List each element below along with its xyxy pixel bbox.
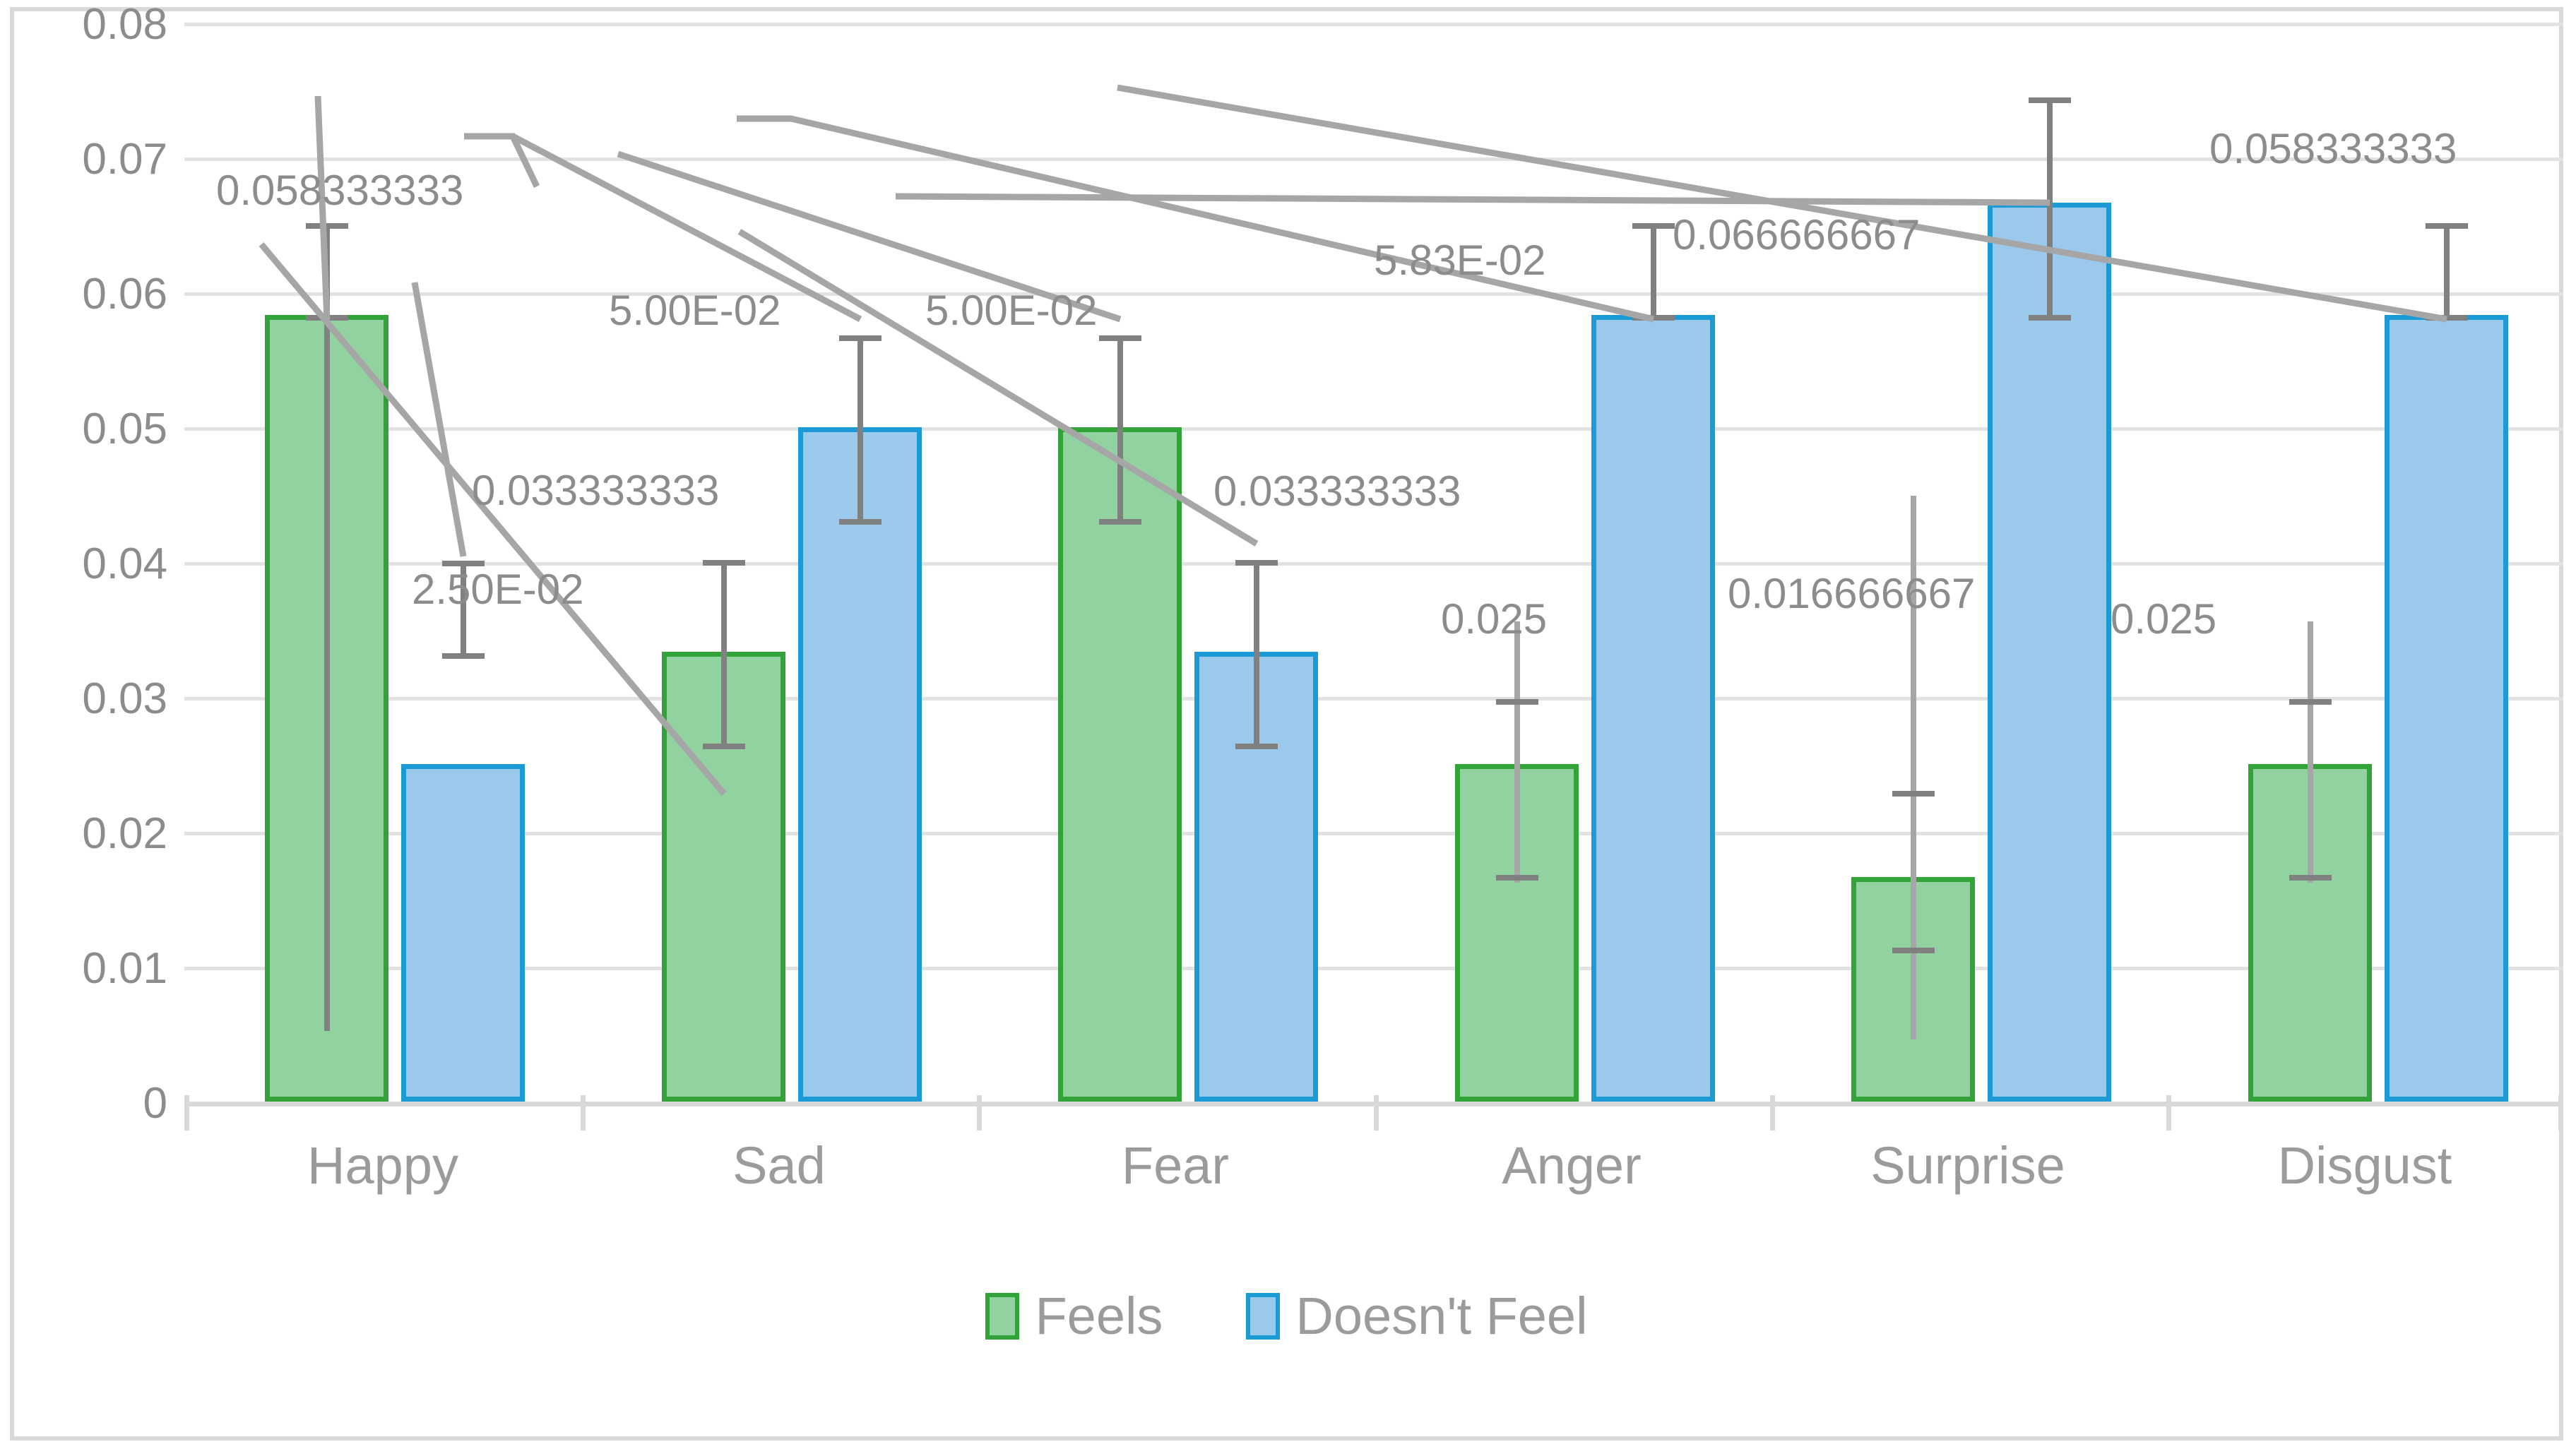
- data-label-feels-happy: 0.058333333: [216, 167, 464, 214]
- gridline-0.07: [184, 157, 2563, 161]
- y-tick-label: 0.06: [82, 270, 167, 318]
- gridline-0.08: [184, 23, 2563, 26]
- bar-nofeels-sad[interactable]: [798, 427, 922, 1102]
- error-cap-upper: [1099, 335, 1141, 341]
- error-cap-upper: [2426, 223, 2468, 229]
- data-label-nofeels-sad: 5.00E-02: [609, 287, 781, 334]
- error-cap-lower: [306, 315, 348, 321]
- error-cap-lower: [2029, 315, 2071, 321]
- error-cap-lower: [1235, 744, 1278, 749]
- gridline-0.06: [184, 292, 2563, 296]
- category-separator: [2166, 1095, 2171, 1131]
- error-bar-feels-fear: [1117, 335, 1123, 519]
- gridline-0.01: [184, 967, 2563, 970]
- error-cap-lower: [839, 519, 882, 525]
- bar-nofeels-anger[interactable]: [1591, 315, 1715, 1102]
- error-bar-feels-anger: [1514, 621, 1520, 883]
- category-separator: [1374, 1095, 1379, 1131]
- error-cap-lower: [1099, 519, 1141, 525]
- error-bar-nofeels-surprise: [2047, 97, 2053, 316]
- error-cap-upper: [1496, 699, 1538, 705]
- gridline-0.02: [184, 832, 2563, 835]
- bar-nofeels-disgust[interactable]: [2385, 315, 2508, 1102]
- data-label-nofeels-happy: 2.50E-02: [412, 566, 584, 613]
- error-cap-upper: [703, 560, 745, 566]
- y-tick-label: 0.05: [82, 405, 167, 453]
- category-separator: [1770, 1095, 1775, 1131]
- category-separator: [184, 1095, 189, 1131]
- error-bar-feels-disgust: [2308, 621, 2313, 883]
- error-bar-nofeels-disgust: [2444, 223, 2450, 315]
- bar-nofeels-surprise[interactable]: [1988, 203, 2111, 1102]
- category-label-happy: Happy: [307, 1136, 458, 1195]
- category-label-disgust: Disgust: [2277, 1136, 2452, 1195]
- error-bar-feels-sad: [721, 560, 727, 744]
- category-separator: [581, 1095, 586, 1131]
- y-tick-label: 0.07: [82, 135, 167, 184]
- category-label-sad: Sad: [732, 1136, 826, 1195]
- legend-item-doesnt-feel[interactable]: Doesn't Feel: [1246, 1286, 1588, 1346]
- error-cap-lower: [703, 744, 745, 749]
- error-cap-lower: [1632, 315, 1675, 321]
- legend-item-feels[interactable]: Feels: [985, 1286, 1163, 1346]
- y-tick-label: 0.04: [82, 539, 167, 588]
- error-cap-upper: [306, 223, 348, 229]
- error-cap-lower: [2289, 875, 2332, 881]
- error-cap-lower: [1892, 948, 1935, 953]
- chart-legend: Feels Doesn't Feel: [14, 1286, 2559, 1346]
- category-label-fear: Fear: [1121, 1136, 1230, 1195]
- error-cap-upper: [2289, 699, 2332, 705]
- data-label-feels-anger: 0.025: [1441, 595, 1548, 643]
- category-separator: [977, 1095, 982, 1131]
- chart-frame: 0.08 0.07 0.06 0.05 0.04 0.03 0.02 0.01 …: [10, 0, 2563, 1441]
- error-bar-nofeels-sad: [857, 335, 863, 519]
- error-cap-upper: [839, 335, 882, 341]
- legend-label-doesnt-feel: Doesn't Feel: [1295, 1287, 1588, 1345]
- y-tick-label: 0.01: [82, 944, 167, 993]
- data-label-feels-sad: 0.033333333: [472, 467, 720, 514]
- category-label-anger: Anger: [1502, 1136, 1642, 1195]
- data-label-feels-surprise: 0.016666667: [1728, 570, 1976, 617]
- error-cap-upper: [1632, 223, 1675, 229]
- legend-swatch-icon: [985, 1292, 1020, 1340]
- y-tick-label: 0: [143, 1079, 167, 1128]
- category-separator: [2558, 1095, 2563, 1131]
- error-bar-nofeels-fear: [1254, 560, 1259, 744]
- error-cap-lower: [1496, 875, 1538, 881]
- data-label-feels-fear: 5.00E-02: [925, 287, 1098, 334]
- legend-swatch-icon: [1246, 1292, 1281, 1340]
- data-label-nofeels-surprise: 0.066666667: [1673, 211, 1921, 258]
- legend-label-feels: Feels: [1035, 1287, 1163, 1345]
- data-label-feels-disgust: 0.025: [2111, 595, 2217, 643]
- plot-area: 0.08 0.07 0.06 0.05 0.04 0.03 0.02 0.01 …: [82, 0, 2563, 1128]
- error-cap-upper: [1892, 791, 1935, 797]
- error-cap-lower: [442, 653, 485, 659]
- y-tick-label: 0.08: [82, 0, 167, 49]
- data-label-nofeels-disgust: 0.058333333: [2209, 125, 2457, 172]
- data-label-nofeels-anger: 5.83E-02: [1374, 237, 1546, 284]
- error-bar-feels-happy: [324, 223, 330, 1031]
- bar-feels-fear[interactable]: [1058, 427, 1182, 1102]
- error-cap-lower: [2426, 315, 2468, 321]
- data-label-nofeels-fear: 0.033333333: [1213, 467, 1461, 515]
- y-tick-label: 0.03: [82, 674, 167, 723]
- bar-nofeels-happy[interactable]: [401, 764, 525, 1102]
- error-cap-upper: [2029, 97, 2071, 103]
- gridline-0.03: [184, 697, 2563, 700]
- y-tick-label: 0.02: [82, 809, 167, 858]
- error-cap-upper: [1235, 560, 1278, 566]
- gridline-0.05: [184, 427, 2563, 431]
- category-label-surprise: Surprise: [1870, 1136, 2065, 1195]
- error-bar-nofeels-anger: [1651, 223, 1656, 315]
